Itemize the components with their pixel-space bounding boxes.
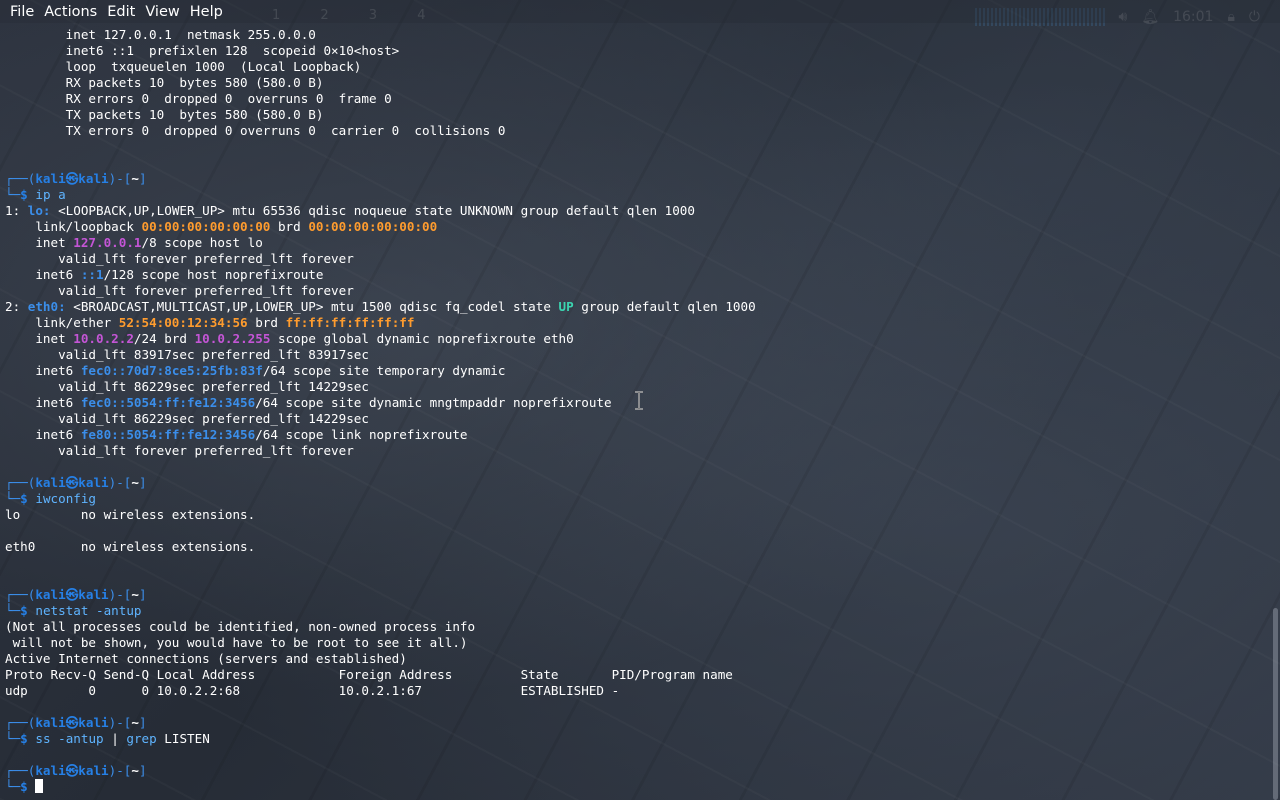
prompt-line: ┌──(kali㉿kali)-[~] <box>5 715 147 730</box>
output-line: inet6 fec0::5054:ff:fe12:3456/64 scope s… <box>5 395 612 410</box>
output-line: eth0 no wireless extensions. <box>5 539 256 554</box>
output-line: inet 127.0.0.1 netmask 255.0.0.0 <box>5 27 316 42</box>
output-line: valid_lft forever preferred_lft forever <box>5 283 354 298</box>
menu-edit[interactable]: Edit <box>97 4 135 20</box>
output-line: (Not all processes could be identified, … <box>5 619 476 634</box>
prompt-line: ┌──(kali㉿kali)-[~] <box>5 587 147 602</box>
command-line: └─$ ip a <box>5 187 66 202</box>
output-line: link/loopback 00:00:00:00:00:00 brd 00:0… <box>5 219 438 234</box>
command-line: └─$ iwconfig <box>5 491 97 506</box>
text-cursor <box>35 779 44 793</box>
terminal-menubar: File Actions Edit View Help <box>0 0 1280 23</box>
command-line: └─$ ss -antup | grep LISTEN <box>5 731 210 746</box>
ibeam-cursor-icon <box>635 391 643 410</box>
output-line: valid_lft forever preferred_lft forever <box>5 251 354 266</box>
terminal-scrollbar[interactable] <box>1273 608 1278 800</box>
output-line: inet 127.0.0.1/8 scope host lo <box>5 235 263 250</box>
output-line: inet 10.0.2.2/24 brd 10.0.2.255 scope gl… <box>5 331 574 346</box>
output-line: inet6 fe80::5054:ff:fe12:3456/64 scope l… <box>5 427 468 442</box>
menu-file[interactable]: File <box>0 4 34 20</box>
output-line: inet6 fec0::70d7:8ce5:25fb:83f/64 scope … <box>5 363 506 378</box>
prompt-line: ┌──(kali㉿kali)-[~] <box>5 475 147 490</box>
output-line: valid_lft forever preferred_lft forever <box>5 443 354 458</box>
output-line: will not be shown, you would have to be … <box>5 635 468 650</box>
output-line: 2: eth0: <BROADCAST,MULTICAST,UP,LOWER_U… <box>5 299 756 314</box>
output-line: loop txqueuelen 1000 (Local Loopback) <box>5 59 362 74</box>
output-line: inet6 ::1 prefixlen 128 scopeid 0×10<hos… <box>5 43 400 58</box>
output-line: RX errors 0 dropped 0 overruns 0 frame 0 <box>5 91 392 106</box>
menu-view[interactable]: View <box>135 4 179 20</box>
output-line: inet6 ::1/128 scope host noprefixroute <box>5 267 324 282</box>
prompt-line: ┌──(kali㉿kali)-[~] <box>5 763 147 778</box>
output-line: link/ether 52:54:00:12:34:56 brd ff:ff:f… <box>5 315 415 330</box>
active-command-line[interactable]: └─$ <box>5 779 44 795</box>
output-line: 1: lo: <LOOPBACK,UP,LOWER_UP> mtu 65536 … <box>5 203 695 218</box>
table-header: Proto Recv-Q Send-Q Local Address Foreig… <box>5 667 733 682</box>
output-line: Active Internet connections (servers and… <box>5 651 407 666</box>
prompt-line: ┌──(kali㉿kali)-[~] <box>5 171 147 186</box>
output-line: valid_lft 83917sec preferred_lft 83917se… <box>5 347 369 362</box>
output-line: RX packets 10 bytes 580 (580.0 B) <box>5 75 324 90</box>
output-line: valid_lft 86229sec preferred_lft 14229se… <box>5 379 369 394</box>
menu-help[interactable]: Help <box>180 4 223 20</box>
output-line: lo no wireless extensions. <box>5 507 256 522</box>
table-row: udp 0 0 10.0.2.2:68 10.0.2.1:67 ESTABLIS… <box>5 683 620 698</box>
command-line: └─$ netstat -antup <box>5 603 142 618</box>
terminal-output[interactable]: inet 127.0.0.1 netmask 255.0.0.0 inet6 :… <box>0 27 1270 800</box>
menu-actions[interactable]: Actions <box>34 4 97 20</box>
output-line: TX packets 10 bytes 580 (580.0 B) <box>5 107 324 122</box>
output-line: TX errors 0 dropped 0 overruns 0 carrier… <box>5 123 506 138</box>
output-line: valid_lft 86229sec preferred_lft 14229se… <box>5 411 369 426</box>
